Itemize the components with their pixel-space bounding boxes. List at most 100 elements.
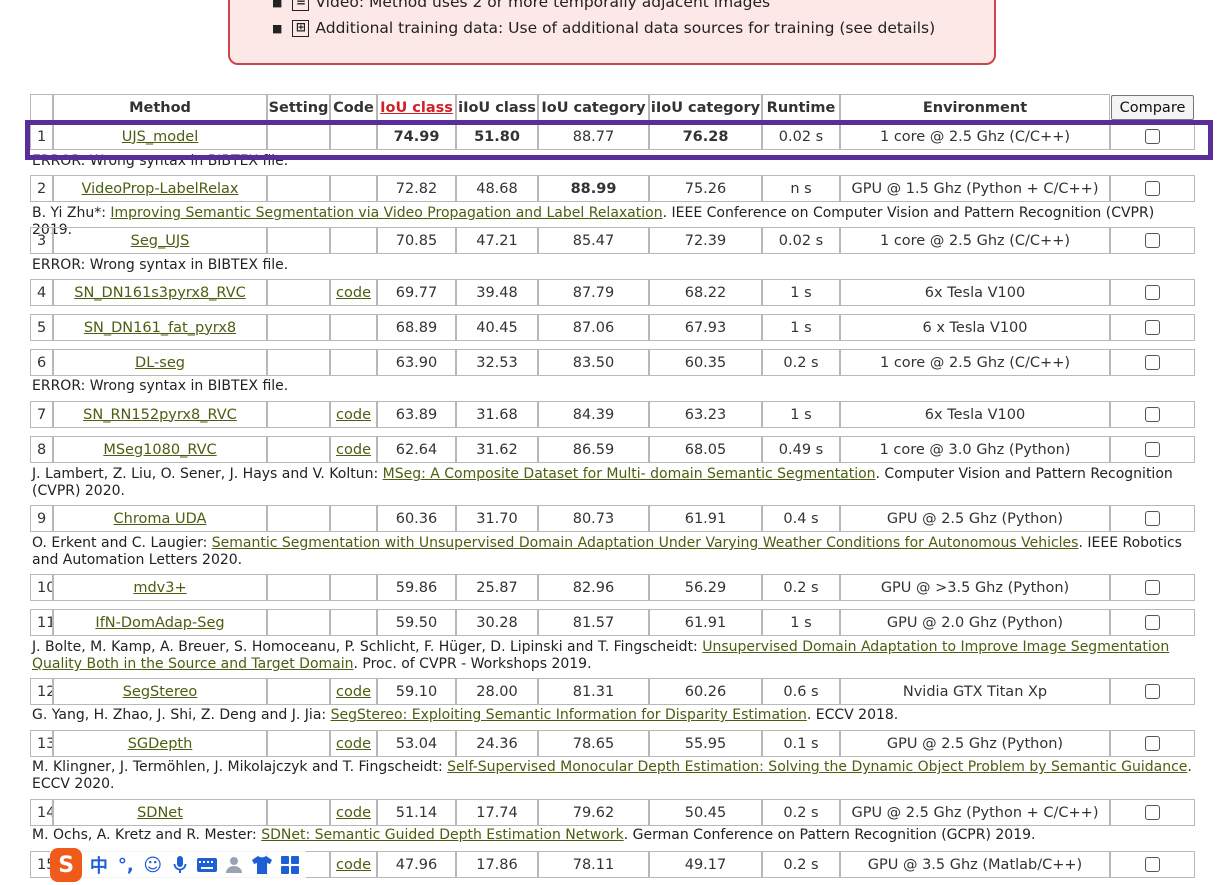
paper-link[interactable]: MSeg: A Composite Dataset for Multi- dom…	[383, 466, 876, 482]
code-link[interactable]: code	[336, 684, 371, 700]
paper-link[interactable]: Self-Supervised Monocular Depth Estimati…	[447, 759, 1187, 775]
ime-punctuation-toggle[interactable]: °,	[115, 854, 136, 876]
iou-class-cell: 68.89	[377, 314, 456, 341]
table-row: 2 VideoProp-LabelRelax 72.82 48.68 88.99…	[30, 175, 1195, 202]
shirt-icon[interactable]	[251, 854, 273, 876]
compare-checkbox[interactable]	[1145, 684, 1160, 699]
iou-category-cell: 81.57	[538, 609, 649, 636]
code-link[interactable]: code	[336, 285, 371, 301]
header-iiou-class[interactable]: iIoU class	[456, 94, 538, 121]
setting-cell	[267, 678, 330, 705]
compare-checkbox[interactable]	[1145, 511, 1160, 526]
citation: M. Ochs, A. Kretz and R. Mester: SDNet: …	[32, 827, 1197, 844]
legend-box: ■ ≡ Video: Method uses 2 or more tempora…	[228, 0, 996, 65]
iiou-class-cell: 30.28	[456, 609, 538, 636]
grid-icon[interactable]	[279, 854, 300, 876]
compare-checkbox[interactable]	[1145, 857, 1160, 872]
setting-cell	[267, 175, 330, 202]
compare-checkbox[interactable]	[1145, 355, 1160, 370]
rank-cell: 9	[30, 505, 53, 532]
code-link[interactable]: code	[336, 442, 371, 458]
iou-category-cell: 87.79	[538, 279, 649, 306]
runtime-cell: 0.2 s	[762, 851, 840, 878]
method-link[interactable]: SN_DN161s3pyrx8_RVC	[74, 285, 246, 301]
compare-checkbox[interactable]	[1145, 615, 1160, 630]
citation-authors: M. Ochs, A. Kretz and R. Mester:	[32, 827, 262, 843]
method-link[interactable]: mdv3+	[133, 580, 186, 596]
compare-cell	[1110, 609, 1195, 636]
iiou-category-cell: 61.91	[649, 609, 762, 636]
environment-cell: 1 core @ 2.5 Ghz (C/C++)	[840, 227, 1110, 254]
code-link[interactable]: code	[336, 805, 371, 821]
compare-checkbox[interactable]	[1145, 442, 1160, 457]
code-cell	[330, 314, 377, 341]
code-link[interactable]: code	[336, 407, 371, 423]
table-row: 11 IfN-DomAdap-Seg 59.50 30.28 81.57 61.…	[30, 609, 1195, 636]
method-link[interactable]: DL-seg	[135, 355, 185, 371]
compare-checkbox[interactable]	[1145, 407, 1160, 422]
rank-cell: 14	[30, 799, 53, 826]
paper-link[interactable]: Improving Semantic Segmentation via Vide…	[110, 205, 662, 221]
environment-cell: 1 core @ 2.5 Ghz (C/C++)	[840, 349, 1110, 376]
iou-category-cell: 81.31	[538, 678, 649, 705]
method-link[interactable]: IfN-DomAdap-Seg	[95, 615, 224, 631]
method-link[interactable]: Chroma UDA	[114, 511, 207, 527]
method-link[interactable]: SN_DN161_fat_pyrx8	[84, 320, 236, 336]
code-link[interactable]: code	[336, 736, 371, 752]
rank-cell: 1	[30, 123, 53, 150]
user-icon[interactable]	[224, 854, 245, 876]
method-link[interactable]: MSeg1080_RVC	[103, 442, 216, 458]
iiou-class-cell: 28.00	[456, 678, 538, 705]
microphone-icon[interactable]	[169, 854, 190, 876]
compare-cell	[1110, 436, 1195, 463]
iiou-category-cell: 56.29	[649, 574, 762, 601]
sort-iou-class-link[interactable]: IoU class	[380, 100, 453, 116]
paper-link[interactable]: SDNet: Semantic Guided Depth Estimation …	[261, 827, 624, 843]
citation-authors: G. Yang, H. Zhao, J. Shi, Z. Deng and J.…	[32, 707, 331, 723]
table-row: 7 SN_RN152pyrx8_RVC code 63.89 31.68 84.…	[30, 401, 1195, 428]
citation-authors: M. Klingner, J. Termöhlen, J. Mikolajczy…	[32, 759, 448, 775]
compare-checkbox[interactable]	[1145, 320, 1160, 335]
method-link[interactable]: VideoProp-LabelRelax	[81, 181, 238, 197]
header-iiou-category[interactable]: iIoU category	[649, 94, 762, 121]
header-rank	[30, 94, 53, 121]
citation: G. Yang, H. Zhao, J. Shi, Z. Deng and J.…	[32, 707, 1197, 724]
compare-checkbox[interactable]	[1145, 805, 1160, 820]
compare-checkbox[interactable]	[1145, 233, 1160, 248]
header-environment: Environment	[840, 94, 1110, 121]
method-link[interactable]: SegStereo	[123, 684, 198, 700]
iiou-category-cell: 68.05	[649, 436, 762, 463]
method-cell: UJS_model	[53, 123, 267, 150]
code-cell	[330, 175, 377, 202]
method-link[interactable]: SGDepth	[128, 736, 193, 752]
keyboard-icon[interactable]	[196, 854, 218, 876]
citation-authors: B. Yi Zhu*:	[32, 205, 111, 221]
emoji-icon[interactable]: ☺	[142, 854, 163, 876]
method-link[interactable]: SN_RN152pyrx8_RVC	[83, 407, 237, 423]
iiou-class-cell: 31.68	[456, 401, 538, 428]
method-link[interactable]: Seg_UJS	[131, 233, 190, 249]
header-iou-class[interactable]: IoU class	[377, 94, 456, 121]
compare-cell	[1110, 505, 1195, 532]
header-iou-category[interactable]: IoU category	[538, 94, 649, 121]
ime-logo-icon[interactable]: S	[50, 848, 83, 882]
paper-link[interactable]: Semantic Segmentation with Unsupervised …	[212, 535, 1079, 551]
rank-cell: 12	[30, 678, 53, 705]
method-link[interactable]: UJS_model	[122, 129, 199, 145]
compare-checkbox[interactable]	[1145, 285, 1160, 300]
compare-checkbox[interactable]	[1145, 129, 1160, 144]
method-link[interactable]: SDNet	[137, 805, 183, 821]
ime-language-toggle[interactable]: 中	[88, 854, 109, 877]
iou-category-cell: 82.96	[538, 574, 649, 601]
compare-button[interactable]: Compare	[1110, 95, 1195, 120]
iou-category-cell: 87.06	[538, 314, 649, 341]
iou-class-cell: 63.90	[377, 349, 456, 376]
paper-link[interactable]: SegStereo: Exploiting Semantic Informati…	[331, 707, 807, 723]
compare-checkbox[interactable]	[1145, 736, 1160, 751]
iiou-category-cell: 68.22	[649, 279, 762, 306]
setting-cell	[267, 730, 330, 757]
compare-checkbox[interactable]	[1145, 580, 1160, 595]
compare-checkbox[interactable]	[1145, 181, 1160, 196]
code-link[interactable]: code	[336, 857, 371, 873]
runtime-cell: 0.02 s	[762, 123, 840, 150]
